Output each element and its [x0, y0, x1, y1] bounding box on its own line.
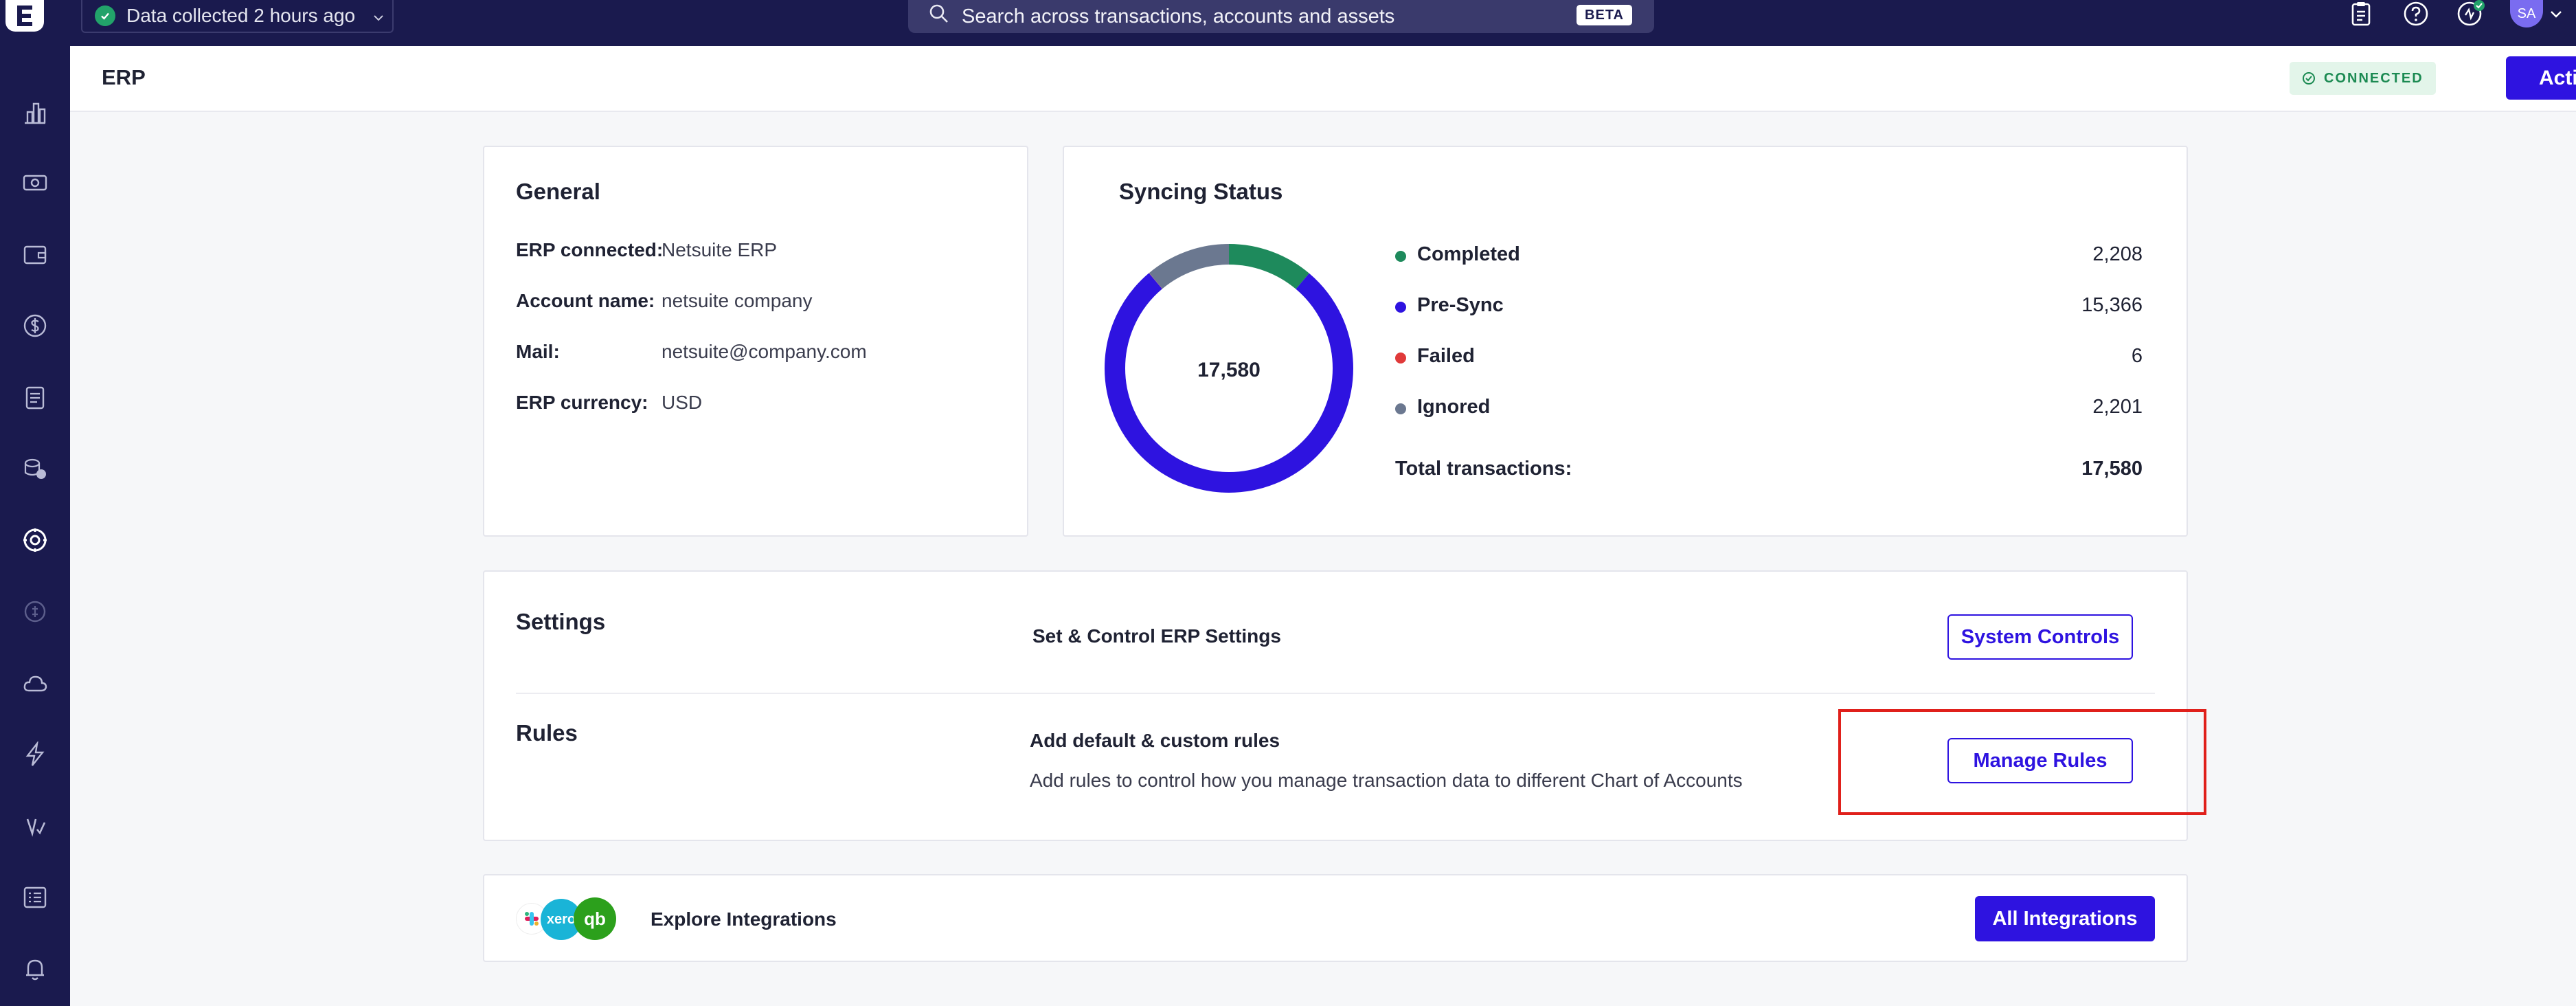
top-bar: Data collected 2 hours ago Search across… — [0, 0, 2576, 46]
avatar[interactable]: SA — [2510, 0, 2543, 27]
rules-title: Rules — [516, 720, 578, 746]
sidebar-item-validation[interactable] — [11, 802, 59, 850]
explore-integrations-label: Explore Integrations — [651, 908, 837, 930]
rules-subtext: Add rules to control how you manage tran… — [1030, 770, 1743, 791]
app-logo[interactable] — [5, 0, 44, 32]
sidebar-item-reports[interactable] — [11, 373, 59, 421]
money-icon — [23, 175, 47, 191]
legend-value-ignored: 2,201 — [2092, 396, 2143, 418]
legend-value-failed: 6 — [2131, 345, 2143, 367]
legend-dot-ignored — [1395, 403, 1406, 414]
coins-icon — [24, 458, 46, 479]
highlight-box — [1838, 709, 2206, 815]
logo-icon — [17, 5, 32, 26]
sidebar-item-wallet[interactable] — [11, 230, 59, 278]
syncing-donut-chart: 17,580 — [1105, 244, 1353, 493]
lightning-icon — [25, 741, 45, 766]
check-circle-icon — [95, 5, 115, 26]
account-name-value: netsuite company — [662, 290, 813, 311]
legend-value-completed: 2,208 — [2092, 243, 2143, 265]
list-icon — [23, 886, 47, 908]
legend-value-presync: 15,366 — [2081, 294, 2143, 316]
wallet-icon — [23, 245, 47, 265]
dollar-icon — [23, 314, 47, 337]
bar-chart-icon — [25, 102, 46, 124]
erp-currency-value: USD — [662, 392, 703, 413]
legend-dot-failed — [1395, 353, 1406, 364]
sidebar-item-analytics[interactable] — [11, 89, 59, 137]
legend-dot-completed — [1395, 251, 1406, 262]
sidebar-item-automation[interactable] — [11, 730, 59, 779]
sidebar-item-payments[interactable] — [11, 159, 59, 207]
sidebar-item-cloud[interactable] — [11, 659, 59, 707]
account-name-label: Account name: — [516, 290, 655, 311]
sidebar-item-integrations[interactable] — [11, 516, 59, 564]
status-badge-text: CONNECTED — [2324, 70, 2424, 86]
syncing-status-card: Syncing Status 17,580 Completed 2,208 Pr… — [1063, 146, 2188, 537]
legend-dot-presync — [1395, 302, 1406, 313]
rules-description: Add default & custom rules — [1030, 730, 1280, 751]
total-transactions-label: Total transactions: — [1395, 458, 1572, 480]
clipboard-icon[interactable] — [2345, 0, 2377, 27]
sidebar — [0, 46, 70, 1006]
mail-label: Mail: — [516, 341, 560, 362]
legend-label-ignored: Ignored — [1417, 396, 1491, 418]
page-header: ERP CONNECTED Actions — [70, 46, 2576, 112]
erp-currency-label: ERP currency: — [516, 392, 648, 413]
cloud-icon — [23, 675, 47, 692]
donut-center-label: 17,580 — [1197, 359, 1261, 381]
total-transactions-value: 17,580 — [2081, 458, 2143, 480]
chevron-down-icon — [373, 5, 384, 27]
sidebar-item-assets[interactable] — [11, 445, 59, 493]
check-v-icon — [26, 818, 46, 837]
status-badge: CONNECTED — [2290, 62, 2436, 95]
search-placeholder: Search across transactions, accounts and… — [962, 5, 1395, 27]
bell-icon — [26, 959, 44, 981]
clipboard-list-icon — [25, 386, 45, 410]
syncing-status-title: Syncing Status — [1119, 179, 1283, 204]
currency-icon — [24, 601, 46, 623]
search-input[interactable]: Search across transactions, accounts and… — [908, 0, 1654, 33]
data-status-text: Data collected 2 hours ago — [126, 5, 356, 26]
settings-gear-icon — [23, 528, 47, 552]
general-card: General ERP connected: Netsuite ERP Acco… — [483, 146, 1028, 537]
search-icon — [929, 3, 949, 30]
general-title: General — [516, 179, 600, 204]
legend-label-completed: Completed — [1417, 243, 1520, 265]
check-circle-icon — [2303, 72, 2315, 85]
erp-connected-value: Netsuite ERP — [662, 239, 778, 260]
help-icon[interactable] — [2400, 0, 2432, 27]
actions-button[interactable]: Actions — [2506, 56, 2576, 100]
mail-value: netsuite@company.com — [662, 341, 867, 362]
section-divider — [516, 693, 2155, 694]
integrations-card: xero qb Explore Integrations All Integra… — [483, 874, 2188, 962]
legend-label-failed: Failed — [1417, 345, 1475, 367]
data-status-dropdown[interactable]: Data collected 2 hours ago — [81, 0, 394, 33]
beta-badge: BETA — [1577, 5, 1632, 25]
settings-title: Settings — [516, 609, 606, 634]
all-integrations-button[interactable]: All Integrations — [1975, 896, 2155, 941]
settings-description: Set & Control ERP Settings — [1032, 625, 1281, 647]
erp-connected-label: ERP connected: — [516, 239, 664, 260]
activity-icon[interactable] — [2455, 0, 2487, 27]
integration-logos: xero qb — [516, 896, 618, 941]
actions-label: Actions — [2539, 66, 2576, 89]
page-title: ERP — [102, 65, 146, 89]
sidebar-item-notifications[interactable] — [11, 945, 59, 993]
sidebar-item-crypto[interactable] — [11, 588, 59, 636]
sidebar-item-list[interactable] — [11, 873, 59, 921]
sidebar-item-billing[interactable] — [11, 302, 59, 350]
quickbooks-icon: qb — [574, 897, 616, 940]
legend-label-presync: Pre-Sync — [1417, 294, 1504, 316]
system-controls-button[interactable]: System Controls — [1947, 614, 2133, 660]
chevron-down-icon[interactable] — [2544, 0, 2568, 27]
